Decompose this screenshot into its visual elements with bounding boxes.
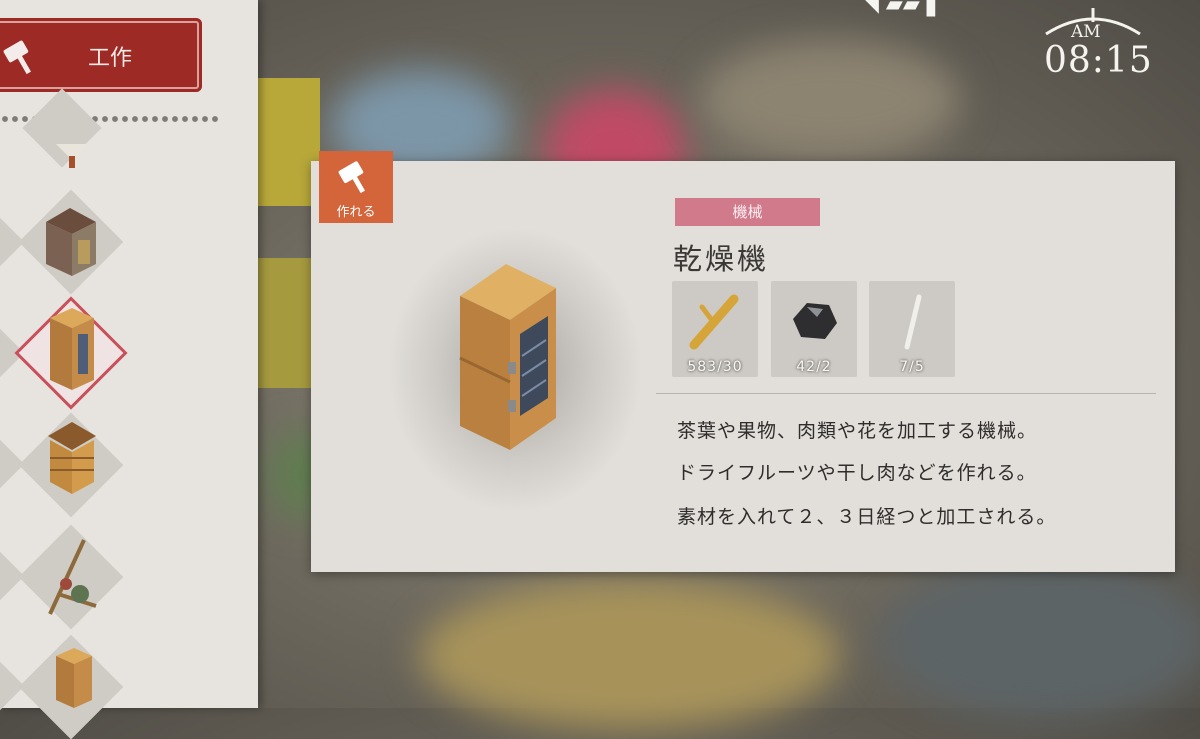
weather-indicator: ◥ ▰▰ ▌ bbox=[862, 0, 944, 17]
dryer-preview-icon bbox=[459, 264, 556, 450]
workbench-icon bbox=[48, 539, 97, 615]
rod-icon bbox=[904, 294, 922, 350]
craft-tab[interactable]: 工作 bbox=[0, 18, 202, 92]
background-blob bbox=[880, 560, 1200, 720]
hammer-icon bbox=[3, 40, 31, 75]
material-slot: 7/5 bbox=[869, 281, 955, 377]
cabinet-icon bbox=[56, 648, 92, 708]
description-line: ドライフルーツや干し肉などを作れる。 bbox=[677, 462, 1037, 484]
material-count: 7/5 bbox=[899, 359, 925, 375]
category-tag: 機械 bbox=[675, 198, 820, 226]
material-slot: 42/2 bbox=[771, 281, 857, 377]
dryer-icon bbox=[50, 308, 94, 390]
craft-item-list-panel: 工作 bbox=[0, 0, 258, 739]
item-name: 乾燥機 bbox=[673, 242, 770, 276]
coal-icon bbox=[793, 303, 837, 339]
material-count: 583/30 bbox=[687, 359, 743, 375]
material-count: 42/2 bbox=[796, 359, 832, 375]
wood-branch-icon bbox=[689, 294, 739, 350]
background-blob bbox=[700, 40, 960, 160]
detail-divider bbox=[656, 393, 1156, 394]
hammer-icon bbox=[338, 161, 365, 194]
craft-tab-label: 工作 bbox=[88, 46, 133, 71]
storage-shed-icon bbox=[46, 208, 96, 276]
description-line: 茶葉や果物、肉類や花を加工する機械。 bbox=[677, 420, 1038, 442]
description-line: 素材を入れて２、３日経つと加工される。 bbox=[677, 506, 1057, 528]
beehive-icon bbox=[48, 422, 96, 494]
clock-ampm: AM bbox=[1071, 22, 1101, 42]
clock-time: 08:15 bbox=[1044, 40, 1153, 81]
material-slot: 583/30 bbox=[672, 281, 758, 377]
craftable-label: 作れる bbox=[336, 205, 376, 220]
craftable-badge: 作れる bbox=[319, 151, 393, 223]
item-icon bbox=[56, 144, 88, 168]
